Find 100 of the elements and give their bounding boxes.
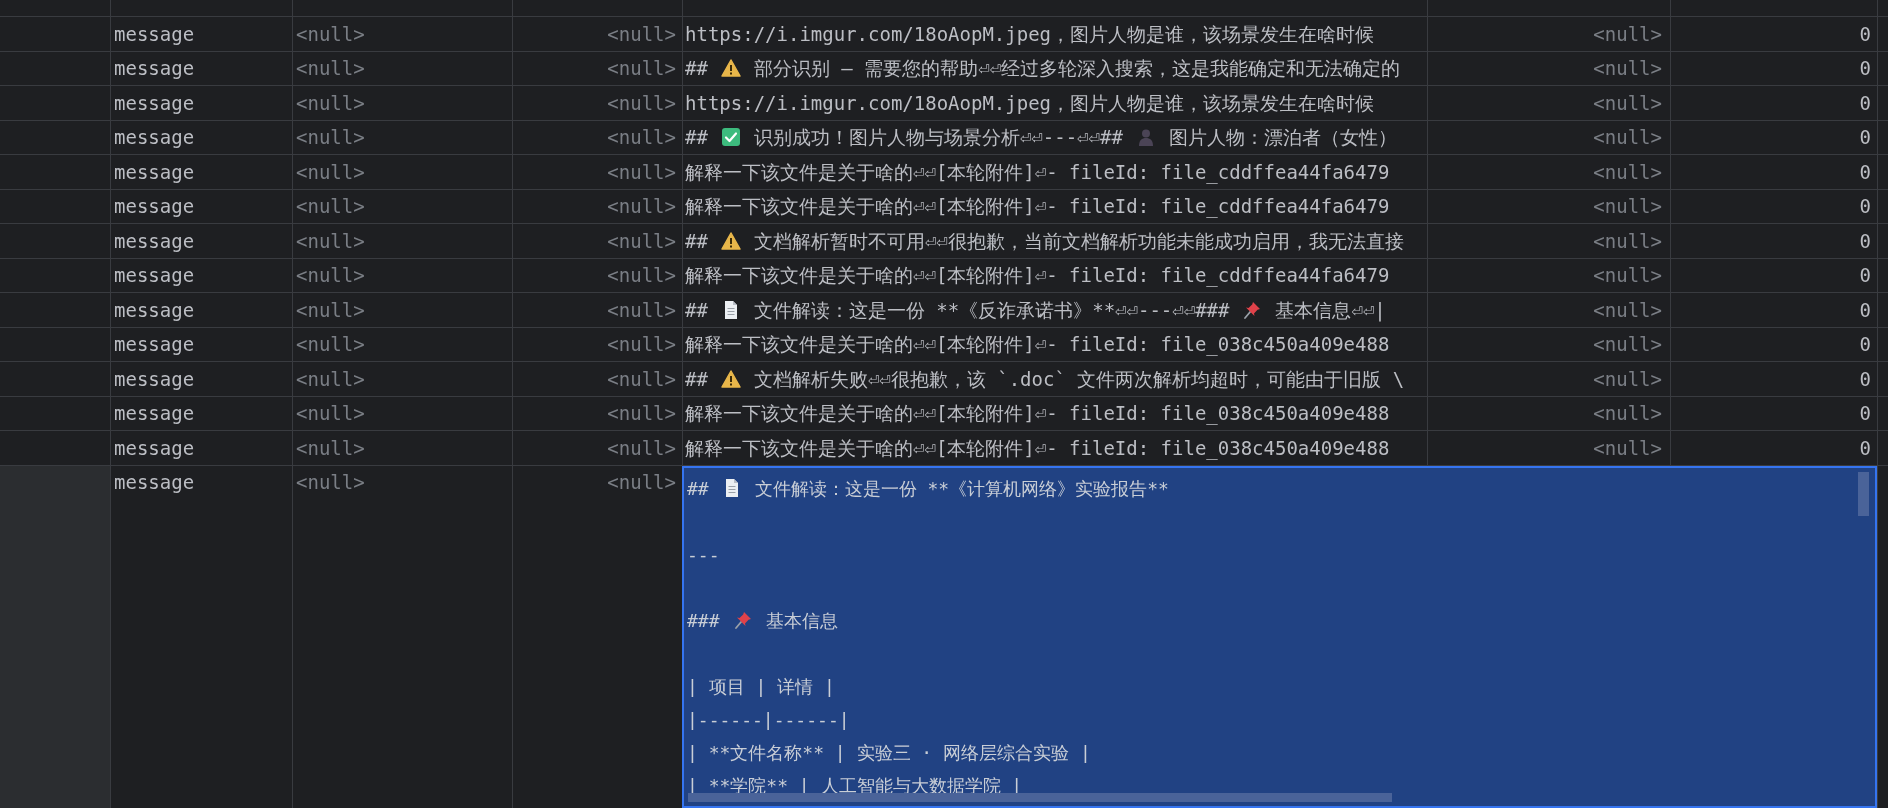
- editor-line: |------|------|: [687, 707, 850, 732]
- table-cell-text: <null>: [607, 401, 676, 426]
- table-cell-text: <null>: [607, 194, 676, 219]
- table-cell-text: <null>: [1593, 125, 1662, 150]
- table-cell-text: 0: [1859, 401, 1871, 426]
- table-cell-text: <null>: [607, 125, 676, 150]
- table-cell-text: message: [114, 297, 195, 323]
- warning-icon: [720, 368, 741, 389]
- cell-text: ##: [685, 56, 708, 81]
- table-cell-text: <null>: [296, 332, 365, 357]
- table-cell-text: <null>: [296, 56, 365, 81]
- table-cell-text: <null>: [296, 194, 365, 219]
- table-cell-text: message: [114, 366, 195, 392]
- editor-line: 文件解读：这是一份 **《计算机网络》实验报告**: [754, 476, 1169, 501]
- table-cell-text: <null>: [296, 469, 365, 495]
- cell-text: 图片人物：漂泊者（女性）: [1168, 125, 1397, 150]
- table-cell-text: 0: [1859, 366, 1871, 392]
- cell-text: ##: [685, 228, 708, 254]
- table-cell-text: message: [114, 401, 195, 426]
- cell-text: 解释一下该文件是关于啥的⏎⏎[本轮附件]⏎- fileId: file_cddffea44fa6479: [685, 263, 1390, 289]
- checkmark-icon: [720, 127, 741, 148]
- cell-text: https://i.imgur.com/18oAopM.jpeg，图片人物是谁，该场景发生在啥时候: [685, 21, 1375, 47]
- table-cell-text: <null>: [1593, 90, 1662, 116]
- table-cell-text: <null>: [1593, 435, 1662, 461]
- table-cell-text: <null>: [1593, 297, 1662, 323]
- table-cell-text: <null>: [607, 297, 676, 323]
- warning-icon: [720, 230, 741, 251]
- editor-line: ---: [687, 542, 720, 567]
- table-cell-text: <null>: [607, 21, 676, 47]
- table-cell-text: <null>: [296, 228, 365, 254]
- table-cell-text: 0: [1859, 297, 1871, 323]
- table-cell-text: message: [114, 90, 195, 116]
- table-cell-text: <null>: [1593, 228, 1662, 254]
- cell-text: ##: [685, 366, 708, 392]
- table-cell-text: message: [114, 332, 195, 357]
- table-cell-text: <null>: [296, 159, 365, 185]
- table-cell-text: <null>: [607, 435, 676, 461]
- cell-text: 解释一下该文件是关于啥的⏎⏎[本轮附件]⏎- fileId: file_038c450a409e488: [685, 435, 1390, 462]
- cell-text: 识别成功！图片人物与场景分析⏎⏎---⏎⏎##: [753, 125, 1123, 150]
- cell-text: 解释一下该文件是关于啥的⏎⏎[本轮附件]⏎- fileId: file_038c450a409e488: [685, 401, 1390, 427]
- cell-text: 文档解析失败⏎⏎很抱歉，该 `.doc` 文件两次解析均超时，可能由于旧版 \: [753, 366, 1405, 392]
- cell-text: 文档解析暂时不可用⏎⏎很抱歉，当前文档解析功能未能成功启用，我无法直接: [753, 228, 1404, 254]
- table-cell-text: <null>: [607, 263, 676, 288]
- table-cell-text: <null>: [296, 21, 365, 47]
- table-cell-text: <null>: [607, 332, 676, 357]
- table-cell-text: message: [114, 469, 195, 495]
- cell-text: https://i.imgur.com/18oAopM.jpeg，图片人物是谁，该场景发生在啥时候: [685, 90, 1375, 116]
- table-cell-text: <null>: [296, 297, 365, 323]
- table-cell-text: <null>: [296, 263, 365, 288]
- table-cell-text: 0: [1859, 159, 1871, 185]
- table-cell-text: 0: [1859, 332, 1871, 357]
- table-cell-text: <null>: [1593, 56, 1662, 81]
- table-cell-text: 0: [1859, 125, 1871, 150]
- table-cell-text: 0: [1859, 263, 1871, 288]
- scrollbar-thumb: [1858, 471, 1869, 516]
- table-cell-text: 0: [1859, 228, 1871, 254]
- pushpin-icon: [1242, 299, 1263, 320]
- table-cell-text: message: [114, 194, 195, 219]
- table-cell-text: 0: [1859, 194, 1871, 219]
- table-cell-text: <null>: [1593, 332, 1662, 357]
- table-cell-text: <null>: [296, 125, 365, 150]
- table-cell-text: 0: [1859, 90, 1871, 116]
- table-cell-text: <null>: [607, 228, 676, 254]
- table-cell-text: message: [114, 159, 195, 185]
- cell-text: 解释一下该文件是关于啥的⏎⏎[本轮附件]⏎- fileId: file_cddffea44fa6479: [685, 159, 1390, 186]
- table-cell-text: <null>: [296, 366, 365, 392]
- table-cell-text: 0: [1859, 435, 1871, 461]
- editor-line: | 项目 | 详情 |: [687, 674, 835, 699]
- cell-text: ##: [685, 297, 708, 323]
- table-cell-text: 0: [1859, 21, 1871, 47]
- cell-text: 解释一下该文件是关于啥的⏎⏎[本轮附件]⏎- fileId: file_cddffea44fa6479: [685, 194, 1390, 220]
- table-cell-text: <null>: [607, 366, 676, 392]
- table-cell-text: <null>: [1593, 21, 1662, 47]
- pushpin-icon: [732, 610, 753, 630]
- table-cell-text: message: [114, 21, 195, 47]
- cell-text: 文件解读：这是一份 **《反诈承诺书》**⏎⏎---⏎⏎###: [753, 297, 1230, 323]
- table-cell-text: message: [114, 228, 195, 254]
- table-cell-text: <null>: [1593, 263, 1662, 288]
- table-cell-text: <null>: [607, 90, 676, 116]
- warning-icon: [720, 58, 741, 79]
- cell-text: ##: [685, 125, 708, 150]
- table-cell-text: <null>: [1593, 194, 1662, 219]
- table-cell-text: 0: [1859, 56, 1871, 81]
- editor-line: 基本信息: [765, 608, 838, 633]
- table-cell-text: <null>: [607, 56, 676, 81]
- table-cell-text: <null>: [607, 159, 676, 185]
- table-cell-text: message: [114, 263, 195, 288]
- table-cell-text: <null>: [1593, 159, 1662, 185]
- cell-text: 基本信息⏎⏎|: [1275, 297, 1386, 324]
- editor-line: | **文件名称** | 实验三 · 网络层综合实验 |: [687, 740, 1091, 765]
- table-cell-text: <null>: [296, 90, 365, 116]
- table-cell-text: <null>: [296, 435, 365, 461]
- cell-text: 解释一下该文件是关于啥的⏎⏎[本轮附件]⏎- fileId: file_038c450a409e488: [685, 332, 1390, 358]
- table-cell-text: <null>: [296, 401, 365, 426]
- table-cell-text: <null>: [1593, 401, 1662, 426]
- cell-text: 部分识别 — 需要您的帮助⏎⏎经过多轮深入搜索，这是我能确定和无法确定的: [753, 56, 1401, 81]
- table-cell-text: <null>: [607, 469, 676, 495]
- table-cell-text: <null>: [1593, 366, 1662, 392]
- editor-line: ##: [687, 476, 709, 501]
- editor-line: ###: [687, 608, 720, 633]
